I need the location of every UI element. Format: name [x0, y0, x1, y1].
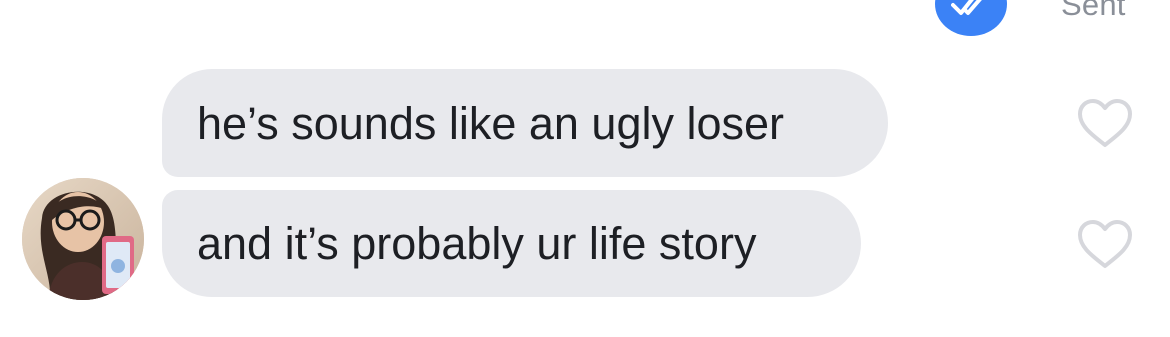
message-status-row: Sent: [0, 0, 1170, 36]
sent-status-label: Sent: [1061, 0, 1126, 22]
message-text: he’s sounds like an ugly loser: [197, 97, 785, 149]
heart-outline-icon[interactable]: [1076, 218, 1134, 270]
message-bubble[interactable]: and it’s probably ur life story: [162, 190, 861, 297]
heart-outline-icon[interactable]: [1076, 97, 1134, 149]
message-text: and it’s probably ur life story: [197, 218, 757, 269]
message-bubble[interactable]: he’s sounds like an ugly loser: [162, 69, 888, 177]
read-receipt-badge: [935, 0, 1007, 36]
sender-avatar[interactable]: [22, 178, 144, 300]
double-check-icon: [951, 0, 982, 15]
